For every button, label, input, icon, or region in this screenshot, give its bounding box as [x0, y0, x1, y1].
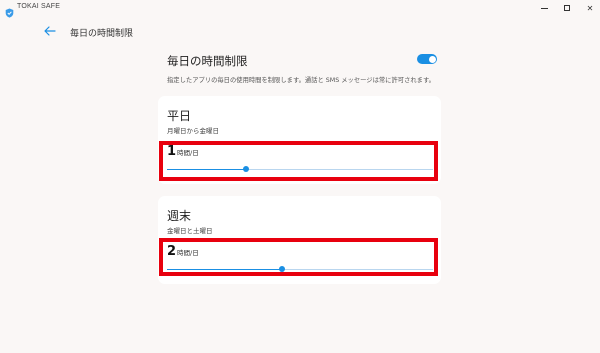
- card-title: 平日: [167, 109, 192, 123]
- card-subtitle: 金曜日と土曜日: [167, 227, 213, 235]
- card-subtitle: 月曜日から金曜日: [167, 127, 219, 135]
- minimize-button[interactable]: [533, 0, 555, 16]
- card-title: 週末: [167, 209, 192, 223]
- highlight-box-weekend: [159, 238, 438, 276]
- app-title: TOKAI SAFE: [17, 3, 61, 10]
- minimize-icon: [540, 7, 548, 9]
- back-button[interactable]: [43, 24, 57, 38]
- maximize-icon: [564, 5, 570, 11]
- shield-icon: [5, 3, 14, 18]
- highlight-box-weekday: [159, 141, 438, 181]
- close-icon: ✕: [586, 3, 594, 13]
- maximize-button[interactable]: [556, 0, 578, 16]
- window-titlebar: TOKAI SAFE ✕: [0, 0, 600, 18]
- section-description: 指定したアプリの毎日の使用時間を制限します。通話と SMS メッセージは常に許可…: [167, 77, 435, 84]
- page-title: 毎日の時間制限: [70, 29, 134, 39]
- daily-limit-toggle[interactable]: [417, 54, 437, 64]
- section-title: 毎日の時間制限: [167, 54, 248, 68]
- arrow-left-icon: [44, 26, 56, 36]
- toggle-knob: [428, 55, 436, 63]
- close-button[interactable]: ✕: [579, 0, 600, 16]
